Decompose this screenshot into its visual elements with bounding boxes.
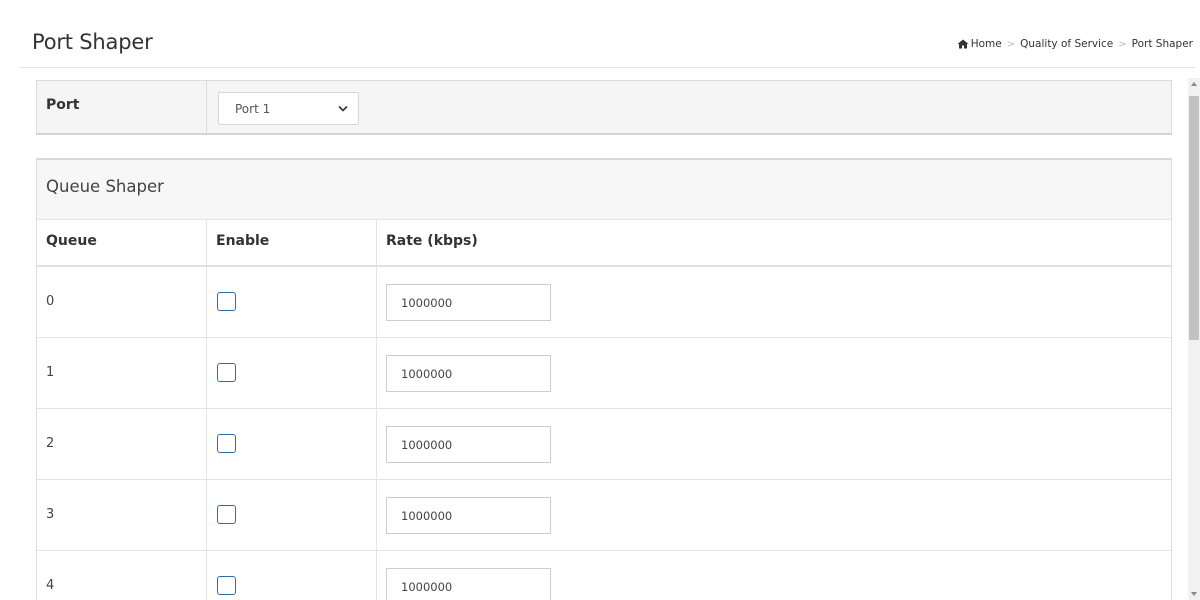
scroll-down-arrow-icon[interactable] [1191, 592, 1197, 596]
breadcrumb-home[interactable]: Home [971, 38, 1002, 50]
queue-shaper-panel: Queue Shaper Queue Enable Rate (kbps) 0 … [36, 158, 1172, 600]
queue-cell: 1 [37, 338, 207, 408]
breadcrumb-separator: > [1118, 38, 1127, 50]
queue-cell: 0 [37, 267, 207, 337]
enable-checkbox[interactable] [217, 363, 236, 382]
queue-shaper-heading: Queue Shaper [37, 160, 1171, 220]
header-cell-queue: Queue [37, 220, 207, 265]
column-header-rate: Rate (kbps) [386, 233, 478, 249]
port-label-cell: Port [37, 81, 207, 134]
enable-cell [207, 409, 377, 479]
header-cell-enable: Enable [207, 220, 377, 265]
rate-input[interactable] [386, 355, 551, 392]
queue-number: 3 [46, 507, 55, 522]
rate-cell [377, 409, 1171, 479]
queue-cell: 2 [37, 409, 207, 479]
queue-number: 1 [46, 365, 55, 380]
port-shaper-page: Port Shaper Home > Quality of Service > … [0, 0, 1200, 600]
page-title: Port Shaper [32, 30, 153, 54]
queue-number: 0 [46, 294, 55, 309]
page-header: Port Shaper Home > Quality of Service > … [20, 10, 1195, 68]
port-select[interactable]: Port 1 [218, 92, 359, 125]
rate-cell [377, 267, 1171, 337]
home-icon [957, 39, 969, 49]
table-row: 1 [37, 338, 1171, 409]
queue-cell: 3 [37, 480, 207, 550]
scroll-up-arrow-icon[interactable] [1191, 82, 1197, 86]
queue-table: Queue Enable Rate (kbps) 0 1000000 1 100… [37, 220, 1171, 600]
enable-cell [207, 480, 377, 550]
table-row: 4 [37, 551, 1171, 600]
queue-number: 2 [46, 436, 55, 451]
enable-checkbox[interactable] [217, 292, 236, 311]
column-header-queue: Queue [46, 233, 97, 249]
chevron-down-icon [338, 105, 348, 112]
port-selector-panel: Port Port 1 [36, 80, 1172, 135]
enable-cell [207, 267, 377, 337]
content-area: Port Port 1 Queue Shaper Queue Enable Ra… [20, 68, 1180, 600]
breadcrumb-current: Port Shaper [1131, 38, 1193, 50]
rate-input[interactable] [386, 568, 551, 600]
queue-number: 4 [46, 578, 55, 593]
header-cell-rate: Rate (kbps) [377, 220, 1171, 265]
enable-cell [207, 338, 377, 408]
rate-input[interactable] [386, 426, 551, 463]
scrollbar-thumb[interactable] [1189, 96, 1199, 340]
enable-checkbox[interactable] [217, 505, 236, 524]
port-select-value: Port 1 [235, 102, 271, 116]
rate-input[interactable] [386, 284, 551, 321]
table-row: 3 [37, 480, 1171, 551]
rate-cell [377, 551, 1171, 600]
enable-checkbox[interactable] [217, 434, 236, 453]
breadcrumb: Home > Quality of Service > Port Shaper [957, 38, 1193, 50]
queue-shaper-title: Queue Shaper [46, 177, 164, 196]
breadcrumb-quality-of-service[interactable]: Quality of Service [1020, 38, 1113, 50]
rate-cell [377, 338, 1171, 408]
vertical-scrollbar[interactable] [1188, 78, 1200, 600]
table-row: 2 [37, 409, 1171, 480]
enable-checkbox[interactable] [217, 576, 236, 595]
rate-input[interactable] [386, 497, 551, 534]
table-header-row: Queue Enable Rate (kbps) [37, 220, 1171, 267]
enable-cell [207, 551, 377, 600]
port-label: Port [46, 97, 80, 113]
table-row: 0 [37, 267, 1171, 338]
rate-cell [377, 480, 1171, 550]
breadcrumb-separator: > [1006, 38, 1016, 50]
queue-cell: 4 [37, 551, 207, 600]
column-header-enable: Enable [216, 233, 270, 249]
